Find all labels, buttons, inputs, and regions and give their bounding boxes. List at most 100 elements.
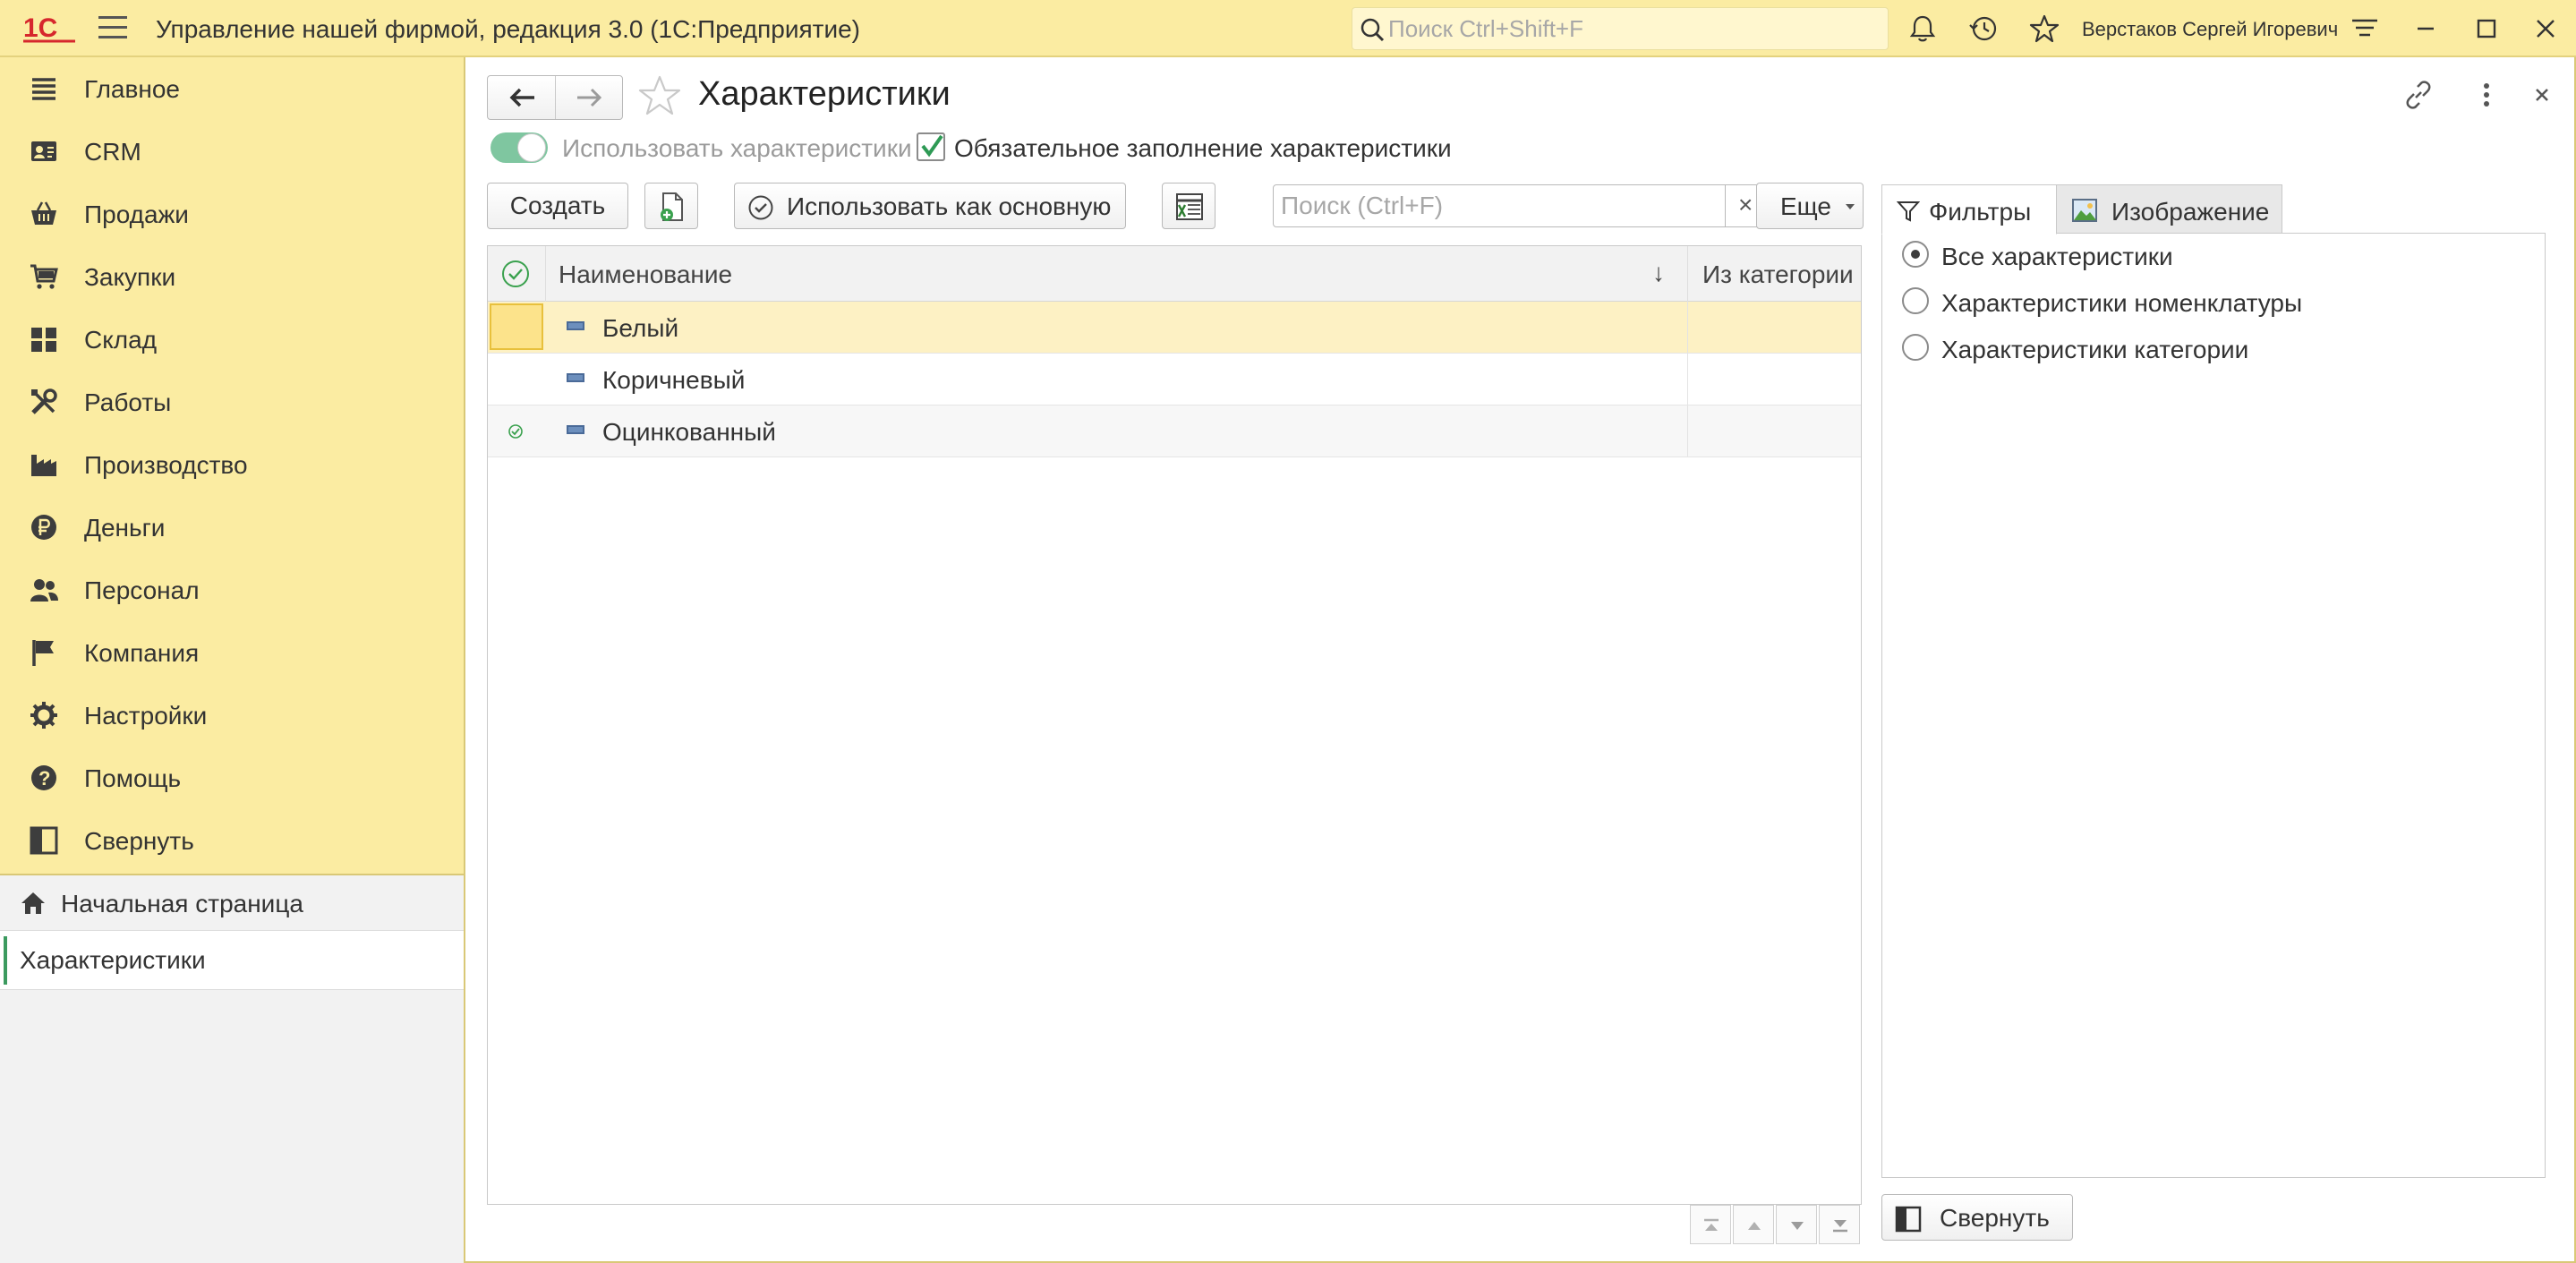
- sidebar-item-production[interactable]: Производство: [0, 433, 464, 496]
- radio-button[interactable]: [1902, 287, 1929, 314]
- forward-button[interactable]: [556, 76, 624, 119]
- sidebar-item-warehouse[interactable]: Склад: [0, 308, 464, 371]
- more-vertical-icon[interactable]: [2469, 77, 2504, 113]
- svg-text:?: ?: [38, 767, 50, 789]
- required-fill-label: Обязательное заполнение характеристики: [954, 134, 1452, 162]
- sidebar-item-main[interactable]: Главное: [0, 57, 464, 120]
- create-button[interactable]: Создать: [487, 183, 628, 229]
- sidebar-item-purchases[interactable]: Закупки: [0, 245, 464, 308]
- radio-button[interactable]: [1902, 241, 1929, 268]
- sidebar-item-money[interactable]: Деньги: [0, 496, 464, 559]
- characteristic-icon: [567, 425, 584, 434]
- scroll-bottom-button[interactable]: [1819, 1205, 1860, 1244]
- chevron-down-icon: [1846, 204, 1855, 209]
- from-category-column-header[interactable]: Из категории: [1687, 246, 1861, 302]
- characteristic-icon: [567, 321, 584, 330]
- clear-search-label: ×: [1738, 191, 1753, 218]
- sidebar-item-sales[interactable]: Продажи: [0, 183, 464, 245]
- sidebar-item-label: CRM: [84, 138, 141, 166]
- open-window-label: Характеристики: [20, 946, 206, 974]
- close-window-icon[interactable]: [2529, 13, 2562, 45]
- image-icon: [2072, 199, 2097, 222]
- form-area: Характеристики Использовать характеристи…: [467, 57, 2574, 1261]
- scroll-up-icon: [1748, 1222, 1761, 1230]
- sidebar-item-label: Помощь: [84, 764, 182, 792]
- bell-icon[interactable]: [1906, 13, 1939, 45]
- row-mark-cell: [488, 302, 545, 353]
- main-column-header[interactable]: [488, 246, 545, 302]
- scroll-top-button[interactable]: [1690, 1205, 1731, 1244]
- tab-filters[interactable]: Фильтры: [1881, 184, 2057, 235]
- table-row[interactable]: Коричневый: [488, 354, 1861, 405]
- sidebar: Главное CRM Продажи Закупки Склад Работы…: [0, 57, 465, 1263]
- cell-divider: [1687, 354, 1688, 405]
- scroll-up-button[interactable]: [1733, 1205, 1774, 1244]
- sidebar-item-company[interactable]: Компания: [0, 621, 464, 684]
- row-name: Оцинкованный: [602, 418, 776, 446]
- sidebar-item-label: Работы: [84, 388, 172, 416]
- table-row[interactable]: Белый: [488, 302, 1861, 354]
- characteristics-table[interactable]: Наименование ↓ Из категории Белый Коричн…: [487, 245, 1862, 1205]
- close-form-icon[interactable]: [2524, 77, 2560, 113]
- settings-menu-icon[interactable]: [2349, 13, 2381, 45]
- selected-cell: [490, 303, 543, 350]
- sidebar-item-settings[interactable]: Настройки: [0, 684, 464, 747]
- global-search[interactable]: [1352, 7, 1889, 50]
- search-icon: [1361, 18, 1385, 42]
- user-name[interactable]: Верстаков Сергей Игоревич: [2082, 18, 2338, 41]
- maximize-icon[interactable]: [2470, 13, 2503, 45]
- warehouse-grid-icon: [31, 328, 56, 352]
- sort-arrow: ↓: [1652, 259, 1665, 286]
- more-label: Еще: [1780, 192, 1831, 220]
- home-icon: [21, 892, 45, 914]
- global-search-input[interactable]: [1388, 13, 1881, 44]
- radio-button[interactable]: [1902, 334, 1929, 361]
- people-icon: [30, 579, 58, 602]
- link-icon[interactable]: [2401, 77, 2436, 113]
- open-window-characteristics[interactable]: Характеристики: [0, 931, 464, 990]
- list-search[interactable]: [1273, 184, 1726, 227]
- contact-card-icon: [31, 141, 56, 161]
- tools-icon: [31, 388, 57, 414]
- sidebar-item-personnel[interactable]: Персонал: [0, 559, 464, 621]
- history-icon[interactable]: [1967, 13, 2000, 45]
- minimize-icon[interactable]: [2410, 13, 2442, 45]
- main-menu-button[interactable]: [98, 16, 127, 41]
- more-button[interactable]: Еще: [1756, 183, 1864, 229]
- tab-image-label: Изображение: [2111, 198, 2270, 226]
- star-icon[interactable]: [2028, 13, 2060, 45]
- list-search-input[interactable]: [1281, 191, 1710, 221]
- sidebar-item-help[interactable]: ? Помощь: [0, 747, 464, 809]
- open-windows-panel: Начальная страница Характеристики: [0, 874, 464, 1263]
- tab-image[interactable]: Изображение: [2055, 184, 2282, 235]
- table-row[interactable]: Оцинкованный: [488, 405, 1861, 457]
- export-excel-button[interactable]: [1162, 183, 1215, 229]
- name-column-header[interactable]: Наименование ↓: [545, 246, 1687, 302]
- app-title: Управление нашей фирмой, редакция 3.0 (1…: [156, 15, 860, 43]
- home-page-link[interactable]: Начальная страница: [0, 875, 464, 931]
- sidebar-item-works[interactable]: Работы: [0, 371, 464, 433]
- sidebar-item-label: Склад: [84, 326, 158, 354]
- use-characteristics-toggle[interactable]: [490, 132, 548, 163]
- sidebar-item-collapse[interactable]: Свернуть: [0, 809, 464, 872]
- sidebar-item-crm[interactable]: CRM: [0, 120, 464, 183]
- spreadsheet-icon: [1176, 193, 1203, 220]
- use-characteristics-label: Использовать характеристики: [562, 134, 912, 162]
- collapse-panel-button[interactable]: Свернуть: [1881, 1194, 2073, 1241]
- copy-button[interactable]: [644, 183, 698, 229]
- sidebar-item-label: Производство: [84, 451, 248, 479]
- use-as-main-button[interactable]: Использовать как основную: [734, 183, 1126, 229]
- gear-icon: [30, 702, 57, 729]
- tab-filters-label: Фильтры: [1929, 198, 2032, 226]
- scroll-down-icon: [1791, 1222, 1804, 1230]
- back-button[interactable]: [488, 76, 556, 119]
- characteristic-icon: [567, 373, 584, 382]
- help-icon: ?: [31, 765, 56, 790]
- filters-panel: Все характеристики Характеристики номенк…: [1881, 233, 2546, 1178]
- required-fill-checkbox[interactable]: [917, 132, 945, 161]
- scroll-down-button[interactable]: [1776, 1205, 1817, 1244]
- favorite-star-icon[interactable]: [637, 73, 682, 118]
- check-circle-icon: [748, 195, 773, 220]
- cart-icon: [30, 264, 58, 289]
- history-nav: [487, 75, 623, 120]
